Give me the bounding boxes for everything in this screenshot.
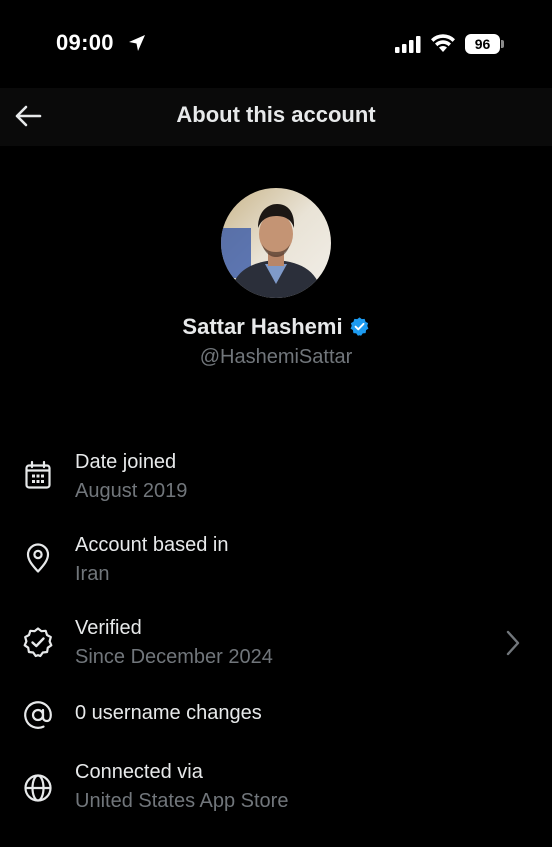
status-time: 09:00 — [56, 30, 114, 55]
battery-indicator: 96 — [465, 34, 500, 54]
verified-badge-icon — [23, 627, 53, 658]
detail-subtitle: Since December 2024 — [75, 646, 273, 668]
battery-level: 96 — [474, 36, 491, 52]
verified-badge-icon — [350, 317, 369, 336]
chevron-right-icon — [506, 630, 520, 656]
battery-terminal — [501, 40, 504, 48]
location-arrow-icon — [129, 35, 145, 51]
cellular-signal-icon — [395, 36, 421, 53]
detail-title: 0 username changes — [75, 702, 262, 724]
detail-subtitle: Iran — [75, 563, 110, 585]
avatar[interactable] — [221, 188, 331, 298]
page-title: About this account — [176, 102, 376, 127]
calendar-icon — [25, 460, 51, 489]
avatar-photo — [221, 188, 331, 298]
profile-handle: @HashemiSattar — [199, 346, 353, 368]
nav-bar: About this account — [0, 88, 552, 146]
at-sign-icon — [24, 701, 52, 729]
profile-name-row: Sattar Hashemi — [0, 314, 552, 340]
back-button[interactable] — [10, 100, 46, 132]
detail-subtitle: United States App Store — [75, 790, 289, 812]
location-pin-icon — [26, 543, 50, 573]
profile-name: Sattar Hashemi — [182, 314, 343, 339]
status-bar: 09:00 96 — [0, 0, 552, 88]
wifi-icon — [431, 34, 455, 52]
globe-icon — [24, 774, 52, 802]
detail-title: Verified — [75, 617, 142, 639]
detail-subtitle: August 2019 — [75, 480, 188, 502]
back-arrow-icon — [15, 105, 42, 127]
detail-title: Account based in — [75, 534, 229, 556]
detail-title: Connected via — [75, 761, 203, 783]
detail-title: Date joined — [75, 451, 177, 473]
